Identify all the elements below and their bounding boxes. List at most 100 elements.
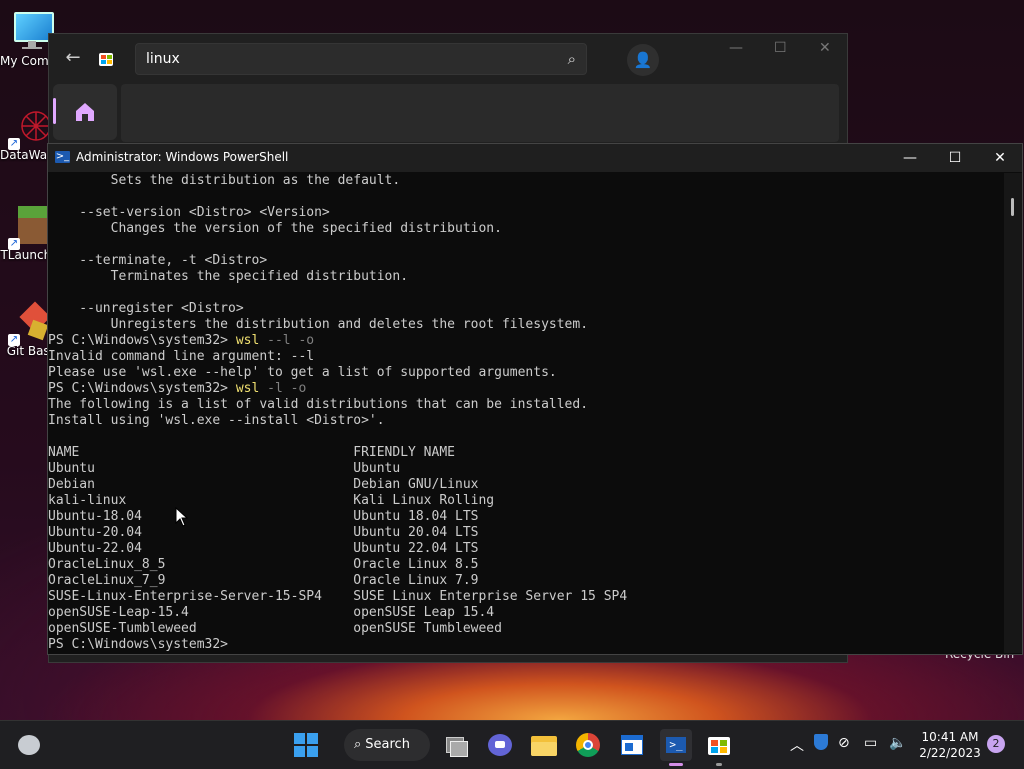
close-icon[interactable]: ✕ [819,40,831,56]
console-text: SUSE-Linux-Enterprise-Server-15-SP4 SUSE… [48,589,628,604]
minimize-button[interactable]: — [887,144,933,172]
active-app-indicator [669,763,683,766]
console-line: OracleLinux_8_5 Oracle Linux 8.5 [48,557,1004,573]
taskbar: ⌕ Search >_ ︿ ⊘ ▭ 🔈 10:41 AM 2/22/2023 2 [0,720,1024,769]
console-text: Sets the distribution as the default. [48,173,401,188]
store-icon[interactable] [703,729,735,761]
console-line: --terminate, -t <Distro> [48,253,1004,269]
search-icon: ⌕ [354,737,362,752]
teams-chat-icon[interactable] [484,729,516,761]
chrome-icon[interactable] [572,729,604,761]
console-text: NAME FRIENDLY NAME [48,445,455,460]
console-text: Ubuntu-22.04 Ubuntu 22.04 LTS [48,541,479,556]
scrollbar-thumb[interactable] [1011,198,1014,216]
store-banner [121,84,839,142]
console-line: Ubuntu Ubuntu [48,461,1004,477]
weather-widget-icon[interactable] [18,735,40,755]
console-line: Changes the version of the specified dis… [48,221,1004,237]
console-text: OracleLinux_7_9 Oracle Linux 7.9 [48,573,479,588]
console-line: kali-linux Kali Linux Rolling [48,493,1004,509]
console-text: openSUSE-Tumbleweed openSUSE Tumbleweed [48,621,502,636]
scrollbar[interactable] [1004,173,1022,653]
console-text: The following is a list of valid distrib… [48,397,589,412]
store-search-input[interactable]: linux ⌕ [135,43,587,75]
console-text: PS C:\Windows\system32> [48,637,229,652]
console-text: PS C:\Windows\system32> [48,381,236,396]
file-explorer-icon[interactable] [528,729,560,761]
console-line: Ubuntu-20.04 Ubuntu 20.04 LTS [48,525,1004,541]
window-title: Administrator: Windows PowerShell [76,150,289,164]
store-icon [97,49,115,67]
notepad-icon[interactable] [616,729,648,761]
maximize-button[interactable]: ☐ [932,144,978,172]
powershell-icon: >_ [55,151,70,163]
console-text: Unregisters the distribution and deletes… [48,317,589,332]
powershell-taskbar-button[interactable]: >_ [660,729,692,761]
console-line: Sets the distribution as the default. [48,173,1004,189]
console-output[interactable]: Sets the distribution as the default. --… [48,173,1004,653]
defender-icon[interactable] [814,734,828,750]
minimize-icon[interactable]: — [729,40,743,56]
console-line: Ubuntu-18.04 Ubuntu 18.04 LTS [48,509,1004,525]
display-icon[interactable]: ▭ [864,735,877,751]
chevron-up-icon[interactable]: ︿ [790,735,804,755]
console-line: PS C:\Windows\system32> [48,637,1004,653]
console-text: wsl [235,333,260,348]
console-line: Please use 'wsl.exe --help' to get a lis… [48,365,1004,381]
close-button[interactable]: ✕ [977,144,1023,172]
selection-indicator [53,98,56,124]
console-line: NAME FRIENDLY NAME [48,445,1004,461]
console-line: Install using 'wsl.exe --install <Distro… [48,413,1004,429]
powershell-icon: >_ [666,737,686,753]
console-line: --set-version <Distro> <Version> [48,205,1004,221]
console-line: Invalid command line argument: --l [48,349,1004,365]
search-icon[interactable]: ⌕ [568,44,576,74]
network-off-icon[interactable]: ⊘ [838,735,850,751]
notification-badge[interactable]: 2 [987,735,1005,753]
clock-time: 10:41 AM [921,730,979,744]
console-line: SUSE-Linux-Enterprise-Server-15-SP4 SUSE… [48,589,1004,605]
console-text: Please use 'wsl.exe --help' to get a lis… [48,365,557,380]
system-clock[interactable]: 10:41 AM 2/22/2023 [916,729,984,761]
windows-logo-icon [294,733,318,757]
person-icon[interactable]: 👤 [627,44,659,76]
console-text: Terminates the specified distribution. [48,269,409,284]
maximize-icon[interactable]: ☐ [774,40,787,56]
taskbar-search-label: Search [365,737,410,752]
console-text: --terminate, -t <Distro> [48,253,268,268]
clock-date: 2/22/2023 [919,746,981,760]
console-text: Invalid command line argument: --l [48,349,315,364]
console-text: --unregister <Distro> [48,301,244,316]
console-text: --l -o [259,333,315,348]
console-text: wsl [235,381,260,396]
console-line: The following is a list of valid distrib… [48,397,1004,413]
console-line: openSUSE-Tumbleweed openSUSE Tumbleweed [48,621,1004,637]
nav-home-button[interactable] [53,84,117,140]
powershell-window[interactable]: >_ Administrator: Windows PowerShell — ☐… [47,143,1023,655]
console-text: kali-linux Kali Linux Rolling [48,493,495,508]
console-text: openSUSE-Leap-15.4 openSUSE Leap 15.4 [48,605,495,620]
console-line: PS C:\Windows\system32> wsl -l -o [48,381,1004,397]
start-button[interactable] [290,729,322,761]
console-text: Install using 'wsl.exe --install <Distro… [48,413,385,428]
store-search-value: linux [146,51,180,67]
back-arrow-icon[interactable]: ← [63,48,83,68]
console-line: OracleLinux_7_9 Oracle Linux 7.9 [48,573,1004,589]
console-line: Terminates the specified distribution. [48,269,1004,285]
console-text: --set-version <Distro> <Version> [48,205,330,220]
console-line: Ubuntu-22.04 Ubuntu 22.04 LTS [48,541,1004,557]
console-text: Ubuntu-18.04 Ubuntu 18.04 LTS [48,509,479,524]
home-icon [76,103,94,121]
console-text: OracleLinux_8_5 Oracle Linux 8.5 [48,557,479,572]
volume-icon[interactable]: 🔈 [889,735,906,751]
console-line: --unregister <Distro> [48,301,1004,317]
console-line: PS C:\Windows\system32> wsl --l -o [48,333,1004,349]
taskbar-search-button[interactable]: ⌕ Search [344,729,430,761]
powershell-titlebar[interactable]: >_ Administrator: Windows PowerShell — ☐… [48,144,1022,172]
task-view-icon[interactable] [440,729,472,761]
console-line: Debian Debian GNU/Linux [48,477,1004,493]
